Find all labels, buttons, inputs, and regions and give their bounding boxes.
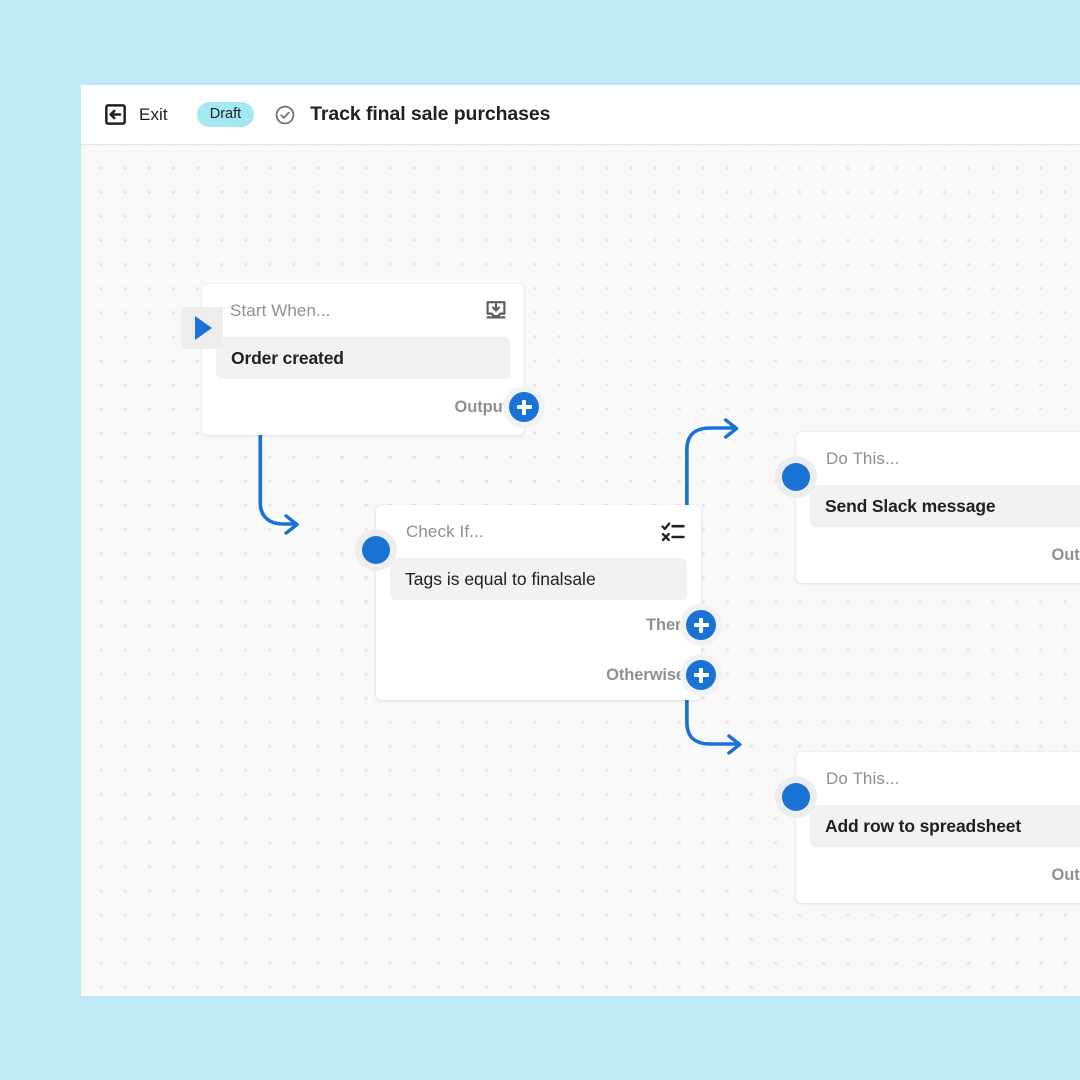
node-check-if[interactable]: Check If... Tags is equal to finalsale T… bbox=[355, 505, 722, 700]
condition-check-x-icon bbox=[657, 521, 685, 543]
node-header-label: Do This... bbox=[826, 448, 900, 468]
slack-input-port bbox=[775, 456, 817, 498]
add-step-button-trigger-output[interactable] bbox=[503, 386, 545, 428]
node-body: Send Slack message bbox=[796, 485, 1080, 527]
node-do-this-sheets[interactable]: Do This... Add row to spreadsheet Out bbox=[775, 752, 1080, 903]
top-bar: Exit Draft Track final sale purchases bbox=[81, 85, 1080, 145]
output-label: Output bbox=[454, 397, 509, 416]
node-header: Check If... bbox=[376, 505, 701, 558]
node-do-this-slack[interactable]: Do This... Send Slack message Out bbox=[775, 432, 1080, 583]
node-body: Add row to spreadsheet bbox=[796, 805, 1080, 847]
trigger-value[interactable]: Order created bbox=[216, 337, 510, 379]
node-footer: Output bbox=[202, 379, 545, 435]
node-start-when[interactable]: Start When... Order created Output bbox=[181, 284, 545, 435]
node-header-label: Start When... bbox=[230, 300, 331, 320]
exit-arrow-icon bbox=[103, 102, 128, 127]
exit-button[interactable]: Exit bbox=[97, 98, 174, 131]
sheets-action-value[interactable]: Add row to spreadsheet bbox=[810, 805, 1080, 847]
trigger-start-marker bbox=[181, 307, 223, 349]
slack-action-value[interactable]: Send Slack message bbox=[810, 485, 1080, 527]
condition-value[interactable]: Tags is equal to finalsale bbox=[390, 558, 687, 600]
node-header: Do This... bbox=[796, 432, 1080, 485]
add-step-button-then[interactable] bbox=[680, 604, 722, 646]
workflow-canvas[interactable]: Start When... Order created Output Check… bbox=[81, 145, 1080, 996]
inbox-download-icon bbox=[480, 299, 508, 323]
plus-icon bbox=[686, 660, 716, 690]
node-header-label: Check If... bbox=[406, 521, 484, 541]
add-step-button-otherwise[interactable] bbox=[680, 654, 722, 696]
page-title: Track final sale purchases bbox=[310, 103, 551, 125]
branch-label-otherwise: Otherwise bbox=[606, 665, 685, 684]
input-dot-icon bbox=[782, 463, 810, 491]
node-header: Start When... bbox=[202, 284, 524, 337]
condition-input-port bbox=[355, 529, 397, 571]
node-header-label: Do This... bbox=[826, 768, 900, 788]
branch-otherwise-row: Otherwise bbox=[376, 650, 722, 700]
sheets-input-port bbox=[775, 776, 817, 818]
input-dot-icon bbox=[362, 536, 390, 564]
branch-then-row: Then bbox=[376, 600, 722, 650]
node-footer: Output bbox=[796, 527, 1080, 583]
node-footer: Output bbox=[796, 847, 1080, 903]
plus-icon bbox=[509, 392, 539, 422]
input-dot-icon bbox=[782, 783, 810, 811]
check-circle-icon[interactable] bbox=[274, 104, 296, 126]
play-triangle-icon bbox=[195, 316, 212, 340]
status-badge[interactable]: Draft bbox=[196, 101, 255, 128]
workflow-editor-window: Exit Draft Track final sale purchases St… bbox=[81, 85, 1080, 996]
node-body: Tags is equal to finalsale bbox=[376, 558, 701, 600]
exit-label: Exit bbox=[139, 104, 168, 124]
output-label: Output bbox=[1051, 865, 1080, 884]
plus-icon bbox=[686, 610, 716, 640]
output-label: Output bbox=[1051, 545, 1080, 564]
node-header: Do This... bbox=[796, 752, 1080, 805]
node-body: Order created bbox=[202, 337, 524, 379]
